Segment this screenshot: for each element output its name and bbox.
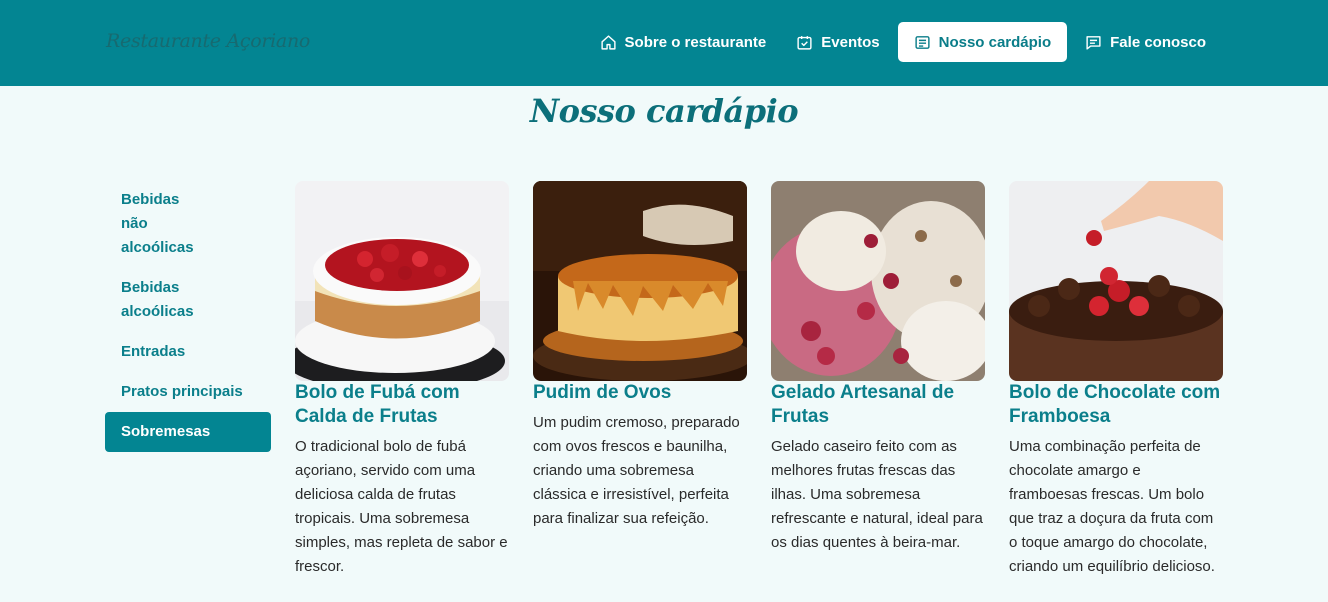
nav-label: Fale conosco (1110, 33, 1206, 51)
sidebar-item-pratos-principais[interactable]: Pratos principais (105, 380, 271, 404)
menu-card[interactable]: Gelado Artesanal de Frutas Gelado caseir… (771, 181, 985, 579)
sidebar-item-bebidas-nao-alcoolicas[interactable]: Bebidas não alcoólicas (105, 188, 225, 260)
card-description: Uma combinação perfeita de chocolate ama… (1009, 438, 1215, 575)
nav-label: Nosso cardápio (938, 33, 1052, 51)
menu-card[interactable]: Bolo de Chocolate com Framboesa Uma comb… (1009, 181, 1223, 579)
header-bar: Restaurante Açoriano Sobre o restaurante… (0, 0, 1328, 86)
calendar-check-icon (797, 35, 812, 50)
card-description: Gelado caseiro feito com as melhores fru… (771, 438, 983, 551)
menu-list-icon (915, 35, 930, 49)
category-sidebar: Bebidas não alcoólicas Bebidas alcoólica… (105, 188, 271, 468)
nav-label: Sobre o restaurante (624, 33, 767, 51)
menu-card[interactable]: Bolo de Fubá com Calda de Frutas O tradi… (295, 181, 509, 579)
chocolate-cake-photo (1009, 181, 1223, 381)
nav-fale-conosco[interactable]: Fale conosco (1073, 22, 1218, 62)
card-title: Pudim de Ovos (533, 382, 672, 403)
pudding-photo (533, 181, 747, 381)
card-title: Gelado Artesanal de Frutas (771, 382, 955, 427)
card-description: O tradicional bolo de fubá açoriano, ser… (295, 438, 508, 575)
cake-photo (295, 181, 509, 381)
sidebar-item-sobremesas[interactable]: Sobremesas (105, 412, 271, 452)
brand-logo[interactable]: Restaurante Açoriano (106, 30, 310, 52)
menu-cards: Bolo de Fubá com Calda de Frutas O tradi… (295, 181, 1247, 579)
chat-icon (1086, 35, 1101, 50)
card-title: Bolo de Chocolate com Framboesa (1009, 382, 1221, 427)
sidebar-item-entradas[interactable]: Entradas (105, 340, 271, 364)
nav-sobre-restaurante[interactable]: Sobre o restaurante (588, 22, 779, 62)
menu-card[interactable]: Pudim de Ovos Um pudim cremoso, preparad… (533, 181, 747, 579)
card-description: Um pudim cremoso, preparado com ovos fre… (533, 414, 740, 527)
page-title: Nosso cardápio (529, 92, 799, 130)
nav-nosso-cardapio[interactable]: Nosso cardápio (897, 22, 1068, 62)
main-nav: Sobre o restaurante Eventos Nosso cardáp… (582, 22, 1218, 62)
home-icon (600, 34, 616, 50)
nav-label: Eventos (821, 33, 880, 51)
card-title: Bolo de Fubá com Calda de Frutas (295, 382, 460, 427)
nav-eventos[interactable]: Eventos (784, 22, 891, 62)
sidebar-item-bebidas-alcoolicas[interactable]: Bebidas alcoólicas (105, 276, 225, 324)
ice-cream-photo (771, 181, 985, 381)
